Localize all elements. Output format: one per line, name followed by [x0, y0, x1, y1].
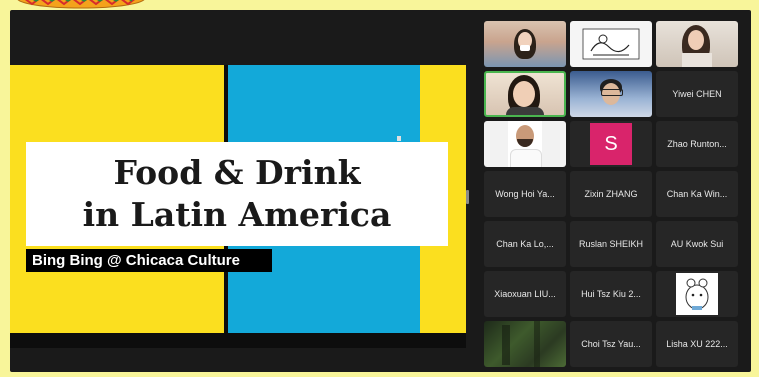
participant-name: Xiaoxuan LIU... — [494, 289, 556, 299]
participant-name: Hui Tsz Kiu 2... — [581, 289, 641, 299]
cartoon-avatar-image — [676, 273, 718, 315]
participant-tile[interactable]: AU Kwok Sui — [656, 221, 738, 267]
participant-name: Chan Ka Lo,... — [496, 239, 554, 249]
sketch-image — [582, 28, 640, 60]
meeting-window: Food & Drink in Latin America Bing Bing … — [10, 10, 751, 372]
participant-name: Chan Ka Win... — [666, 189, 728, 199]
participant-tile[interactable]: Chan Ka Lo,... — [484, 221, 566, 267]
participant-tile-active-speaker[interactable] — [484, 71, 566, 117]
participant-tile[interactable]: Yiwei CHEN — [656, 71, 738, 117]
participant-tile[interactable]: Ruslan SHEIKH — [570, 221, 652, 267]
participant-avatar: S — [590, 123, 632, 165]
participant-name: Yiwei CHEN — [672, 89, 722, 99]
participant-name: Zhao Runton... — [667, 139, 727, 149]
participant-name: Choi Tsz Yau... — [581, 339, 641, 349]
participant-tile[interactable]: Zhao Runton... — [656, 121, 738, 167]
participant-name: Lisha XU 222... — [666, 339, 728, 349]
participant-tile[interactable]: Chan Ka Win... — [656, 171, 738, 217]
participant-tile[interactable] — [484, 21, 566, 67]
slide-title-line-1: Food & Drink — [113, 153, 361, 192]
participant-tile[interactable]: Choi Tsz Yau... — [570, 321, 652, 367]
participant-tile[interactable]: Wong Hoi Ya... — [484, 171, 566, 217]
participant-tile[interactable] — [656, 21, 738, 67]
participant-tile[interactable]: Lisha XU 222... — [656, 321, 738, 367]
participant-name: Ruslan SHEIKH — [578, 239, 644, 249]
split-view-drag-handle[interactable] — [466, 190, 469, 204]
slide-subtitle: Bing Bing @ Chicaca Culture — [26, 249, 272, 272]
participant-tile[interactable] — [484, 321, 566, 367]
participant-tile[interactable] — [656, 271, 738, 317]
slide-bottom-bar — [10, 333, 466, 348]
participant-tile[interactable]: S — [570, 121, 652, 167]
participant-tile[interactable] — [570, 21, 652, 67]
participant-tile[interactable] — [570, 71, 652, 117]
participant-tile[interactable]: Zixin ZHANG — [570, 171, 652, 217]
slide-title-line-2: in Latin America — [82, 195, 392, 234]
participant-name: Zixin ZHANG — [584, 189, 638, 199]
mouse-cursor — [397, 136, 401, 141]
participant-tile[interactable]: Hui Tsz Kiu 2... — [570, 271, 652, 317]
participant-name: Wong Hoi Ya... — [495, 189, 555, 199]
participant-gallery: Yiwei CHEN S Zhao Runton... Wong Hoi Ya.… — [484, 21, 742, 369]
sombrero-icon — [17, 0, 145, 9]
shared-screen: Food & Drink in Latin America Bing Bing … — [10, 65, 466, 348]
participant-tile[interactable] — [484, 121, 566, 167]
slide-title-box: Food & Drink in Latin America — [26, 142, 448, 246]
participant-tile[interactable]: Xiaoxuan LIU... — [484, 271, 566, 317]
participant-name: AU Kwok Sui — [670, 239, 724, 249]
